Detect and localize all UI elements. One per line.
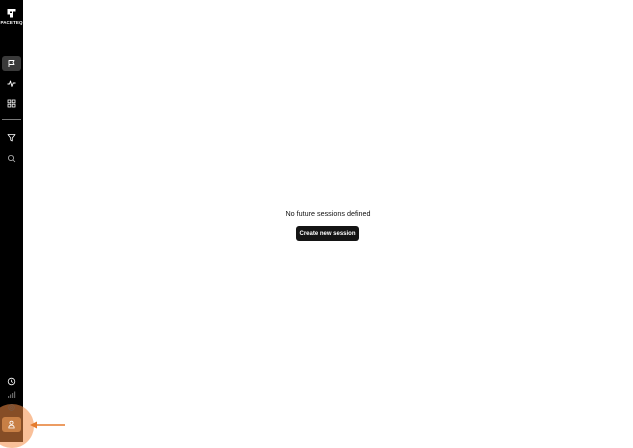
sidebar-item-search[interactable] bbox=[2, 151, 21, 166]
sidebar-item-settings[interactable] bbox=[2, 400, 21, 415]
search-icon bbox=[8, 155, 16, 163]
arrow-indicator-icon bbox=[30, 421, 65, 429]
sidebar-item-dashboard[interactable] bbox=[2, 96, 21, 111]
flag-icon bbox=[8, 60, 15, 67]
logo[interactable]: PACETEQ bbox=[0, 8, 23, 25]
settings-icon bbox=[8, 404, 15, 411]
sidebar-item-filter[interactable] bbox=[2, 130, 21, 145]
user-icon bbox=[8, 420, 15, 429]
empty-state-message: No future sessions defined bbox=[285, 209, 371, 218]
sidebar-item-sessions[interactable] bbox=[2, 56, 21, 71]
filter-icon bbox=[7, 134, 16, 142]
logo-mark-icon bbox=[7, 9, 16, 18]
sidebar-item-activity[interactable] bbox=[2, 76, 21, 91]
signal-icon bbox=[8, 391, 16, 398]
grid-icon bbox=[7, 99, 16, 108]
clock-icon bbox=[7, 377, 16, 386]
create-session-button[interactable]: Create new session bbox=[296, 226, 359, 241]
activity-icon bbox=[7, 80, 16, 87]
sidebar-item-profile[interactable] bbox=[2, 417, 21, 432]
sidebar: PACETEQ bbox=[0, 0, 23, 442]
sidebar-divider bbox=[2, 119, 21, 120]
brand-name: PACETEQ bbox=[0, 20, 23, 25]
